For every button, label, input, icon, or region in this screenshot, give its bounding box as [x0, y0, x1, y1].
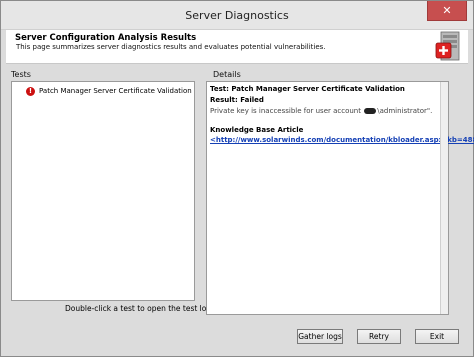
details-message-suffix: \administrator". — [377, 107, 433, 115]
retry-button[interactable]: Retry — [357, 329, 401, 344]
list-item[interactable]: ! Patch Manager Server Certificate Valid… — [16, 85, 192, 97]
server-diagnostics-window: Server Diagnostics ✕ Server Configuratio… — [0, 0, 474, 357]
exit-button[interactable]: Exit — [415, 329, 459, 344]
kb-heading: Knowledge Base Article — [210, 126, 304, 134]
details-result-line: Result: Failed — [210, 96, 264, 104]
gather-logs-button[interactable]: Gather logs — [297, 329, 343, 344]
page-title: Server Configuration Analysis Results — [15, 33, 197, 43]
error-icon: ! — [26, 86, 35, 96]
tests-list[interactable]: ! Patch Manager Server Certificate Valid… — [11, 81, 195, 301]
details-label: Details — [213, 70, 241, 79]
close-button[interactable]: ✕ — [427, 1, 467, 21]
details-scrollbar[interactable] — [440, 82, 448, 314]
title-bar[interactable]: Server Diagnostics ✕ — [1, 1, 473, 30]
details-test-line: Test: Patch Manager Server Certificate V… — [210, 85, 405, 93]
details-message: Private key is inaccessible for user acc… — [210, 107, 432, 115]
page-subtitle: This page summarizes server diagnostics … — [16, 43, 326, 51]
window-title: Server Diagnostics — [185, 9, 289, 22]
tests-label: Tests — [11, 70, 31, 79]
test-item-label: Patch Manager Server Certificate Validat… — [39, 87, 192, 95]
details-panel[interactable]: Test: Patch Manager Server Certificate V… — [206, 81, 474, 315]
details-message-prefix: Private key is inaccessible for user acc… — [210, 107, 361, 115]
tests-hint: Double-click a test to open the test log — [65, 304, 212, 313]
redacted-mark — [364, 108, 377, 114]
kb-link[interactable]: <http://www.solarwinds.com/documentation… — [210, 136, 474, 144]
server-diagnostics-icon — [433, 30, 465, 64]
header-panel: Server Configuration Analysis Results Th… — [6, 30, 468, 64]
